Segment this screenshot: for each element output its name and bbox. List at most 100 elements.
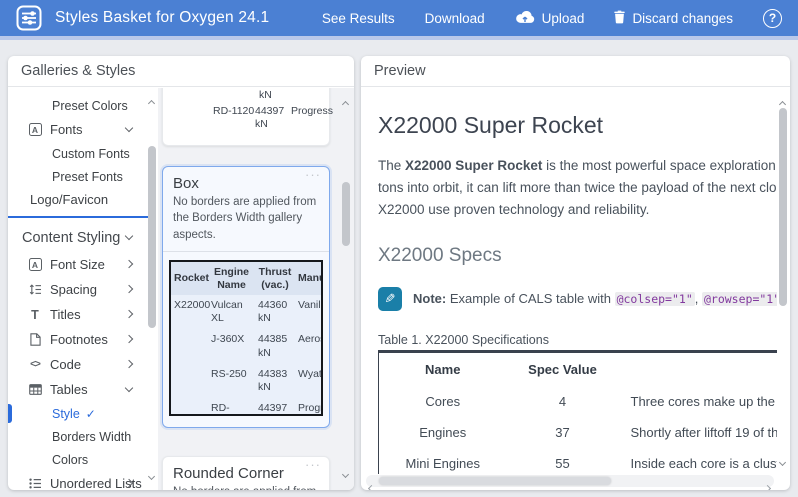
bullet-list-icon bbox=[28, 478, 42, 489]
sidebar-item-footnotes[interactable]: Footnotes bbox=[8, 327, 158, 352]
toolbar-shadow-strip bbox=[0, 36, 798, 40]
sidebar-section-content-styling[interactable]: Content Styling bbox=[8, 223, 158, 252]
help-icon[interactable]: ? bbox=[763, 9, 782, 28]
scroll-down-icon[interactable] bbox=[780, 452, 785, 470]
note-text: Note: Example of CALS table with @colsep… bbox=[413, 287, 777, 306]
card-divider bbox=[163, 251, 329, 252]
table-row: Cores 4 Three cores make up the first st… bbox=[379, 386, 778, 417]
rendered-document: X22000 Super Rocket The X22000 Super Roc… bbox=[361, 88, 777, 474]
doc-paragraph-line: tons into orbit, it can lift more than t… bbox=[378, 177, 777, 199]
preview-hscrollbar[interactable] bbox=[366, 475, 774, 487]
note-pencil-icon: ✎ bbox=[378, 287, 402, 311]
col-header: Manufa bbox=[295, 262, 323, 295]
scroll-left-icon[interactable] bbox=[369, 478, 374, 490]
chevron-down-icon bbox=[125, 123, 133, 131]
table-row: RD-1120 44397 kN Progress bbox=[171, 398, 323, 416]
app-logo-sliders-icon[interactable] bbox=[16, 5, 42, 31]
trash-icon bbox=[614, 10, 625, 27]
sidebar-item-preset-colors[interactable]: Preset Colors bbox=[8, 94, 158, 117]
sidebar-item-preset-fonts[interactable]: Preset Fonts bbox=[8, 165, 158, 188]
font-a-icon: A bbox=[28, 123, 42, 136]
card-description: No borders are applied from the Borders … bbox=[163, 484, 329, 490]
sidebar-item-code[interactable]: <> Code bbox=[8, 352, 158, 377]
check-icon: ✓ bbox=[86, 407, 96, 421]
note-callout: ✎ Note: Example of CALS table with @cols… bbox=[378, 287, 777, 311]
table-row: X22000 Vulcan XL 44360 kN Vanilla A Engi… bbox=[171, 295, 323, 329]
preview-vscrollbar-thumb[interactable] bbox=[779, 108, 787, 306]
table-row: Mini Engines 55 Inside each core is a cl… bbox=[379, 448, 778, 474]
galleries-styles-panel: Galleries & Styles Preset Colors A Fonts… bbox=[8, 56, 354, 490]
chevron-right-icon bbox=[125, 359, 133, 367]
sidebar-item-titles[interactable]: T Titles bbox=[8, 302, 158, 327]
doc-paragraph-line: X22000 use proven technology and reliabi… bbox=[378, 199, 777, 221]
nav-scrollbar-thumb[interactable] bbox=[148, 146, 156, 328]
sidebar-item-unordered-lists[interactable]: Unordered Lists bbox=[8, 471, 158, 490]
style-card-partial[interactable]: kN RD-1120 44397 kN Progress bbox=[162, 88, 330, 146]
chevron-right-icon bbox=[125, 284, 133, 292]
cloud-upload-icon bbox=[515, 10, 535, 27]
scroll-down-icon[interactable] bbox=[343, 464, 348, 482]
scroll-down-icon[interactable] bbox=[149, 467, 154, 482]
table-cell: 44397 bbox=[255, 105, 284, 117]
upload-link[interactable]: Upload bbox=[515, 10, 585, 27]
sidebar-item-font-size[interactable]: A Font Size bbox=[8, 252, 158, 277]
sidebar-item-borders-width[interactable]: Borders Width bbox=[8, 425, 158, 448]
font-a-icon: A bbox=[28, 258, 42, 271]
scroll-right-icon[interactable] bbox=[765, 478, 770, 490]
nav-section-divider bbox=[8, 216, 148, 218]
table-row: Engines 37 Shortly after liftoff 19 of t… bbox=[379, 417, 778, 448]
scroll-up-icon[interactable] bbox=[149, 94, 154, 109]
preview-panel: Preview X22000 Super Rocket The X22000 S… bbox=[361, 56, 790, 490]
cards-scrollbar-thumb[interactable] bbox=[342, 182, 350, 246]
preview-title: Preview bbox=[361, 56, 790, 87]
scroll-up-icon[interactable] bbox=[343, 94, 348, 112]
preview-hscrollbar-thumb[interactable] bbox=[379, 477, 611, 485]
discard-changes-link[interactable]: Discard changes bbox=[614, 10, 733, 27]
code-chip: @colsep="1" bbox=[615, 292, 695, 306]
sidebar-item-style-selected[interactable]: Style ✓ bbox=[8, 402, 158, 425]
style-card-rounded-corner[interactable]: ··· Rounded Corner No borders are applie… bbox=[162, 456, 330, 490]
cards-scrollbar[interactable] bbox=[340, 88, 352, 490]
card-menu-icon[interactable]: ··· bbox=[305, 457, 321, 472]
chevron-right-icon bbox=[125, 334, 133, 342]
col-header bbox=[619, 352, 778, 387]
doc-subheading: X22000 Specs bbox=[378, 245, 777, 267]
sample-table-frame: Rocket Engine Name Thrust (vac.) Manufa … bbox=[169, 260, 323, 416]
preview-viewport[interactable]: X22000 Super Rocket The X22000 Super Roc… bbox=[361, 88, 777, 474]
col-header: Thrust (vac.) bbox=[255, 262, 295, 295]
title-t-icon: T bbox=[28, 308, 42, 322]
app-title: Styles Basket for Oxygen 24.1 bbox=[55, 9, 269, 27]
style-cards-list: kN RD-1120 44397 kN Progress ··· Box No … bbox=[158, 88, 354, 490]
col-header: Spec Value bbox=[507, 352, 619, 387]
table-cell: RD-1120 bbox=[213, 105, 254, 117]
col-header: Engine Name bbox=[208, 262, 255, 295]
card-description: No borders are applied from the Borders … bbox=[163, 194, 329, 243]
nav-scrollbar[interactable] bbox=[146, 88, 158, 490]
chevron-right-icon bbox=[125, 259, 133, 267]
preview-vscrollbar[interactable] bbox=[777, 92, 789, 472]
app-toolbar: Styles Basket for Oxygen 24.1 See Result… bbox=[0, 0, 798, 36]
table-caption: Table 1. X22000 Specifications bbox=[378, 333, 777, 347]
line-spacing-icon bbox=[28, 284, 42, 295]
table-cell: kN bbox=[255, 118, 268, 130]
specs-table: Name Spec Value Cores 4 Three cores make… bbox=[378, 350, 777, 474]
style-card-box[interactable]: ··· Box No borders are applied from the … bbox=[162, 166, 330, 428]
code-icon: <> bbox=[28, 359, 42, 370]
sidebar-item-tables[interactable]: Tables bbox=[8, 377, 158, 402]
galleries-nav: Preset Colors A Fonts Custom Fonts Prese… bbox=[8, 88, 158, 490]
sidebar-item-logo-favicon[interactable]: Logo/Favicon bbox=[8, 188, 158, 211]
sidebar-item-spacing[interactable]: Spacing bbox=[8, 277, 158, 302]
code-chip: @rowsep="1" bbox=[702, 292, 777, 306]
table-cell: Progress bbox=[291, 105, 333, 117]
sidebar-item-custom-fonts[interactable]: Custom Fonts bbox=[8, 142, 158, 165]
doc-heading: X22000 Super Rocket bbox=[378, 112, 777, 139]
sidebar-item-fonts[interactable]: A Fonts bbox=[8, 117, 158, 142]
document-icon bbox=[28, 333, 42, 346]
chevron-down-icon bbox=[125, 383, 133, 391]
see-results-link[interactable]: See Results bbox=[322, 11, 395, 26]
col-header: Rocket bbox=[171, 262, 208, 295]
download-link[interactable]: Download bbox=[425, 11, 485, 26]
card-menu-icon[interactable]: ··· bbox=[305, 167, 321, 182]
sidebar-item-colors[interactable]: Colors bbox=[8, 448, 158, 471]
galleries-styles-title: Galleries & Styles bbox=[8, 56, 354, 87]
